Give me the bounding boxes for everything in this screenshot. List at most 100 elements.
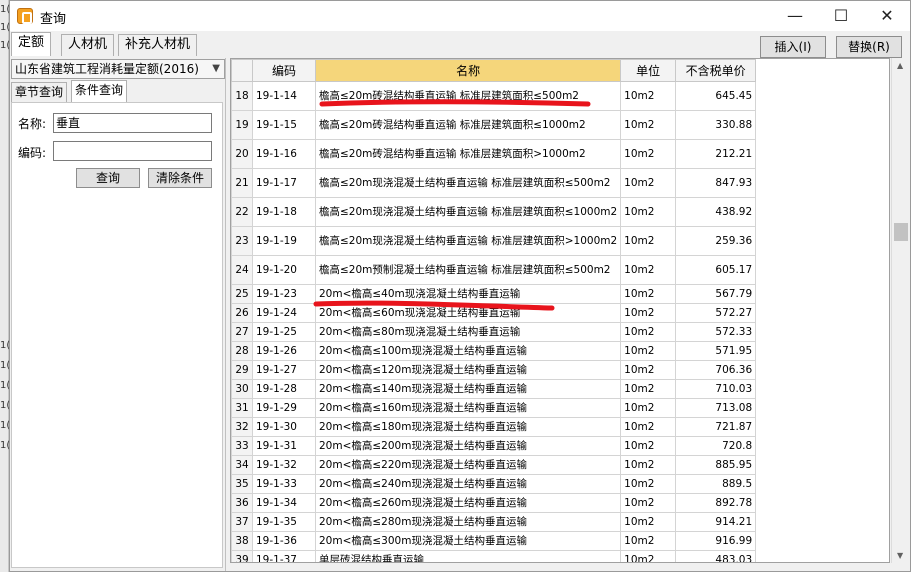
code-cell[interactable]: 19-1-31 [252,436,316,456]
name-cell[interactable]: 檐高≤20m砖混结构垂直运输 标准层建筑面积≤500m2 [314,81,622,111]
row-index-cell[interactable]: 34 [231,455,253,475]
scrollbar-thumb[interactable] [894,223,908,241]
name-cell[interactable]: 20m<檐高≤80m现浇混凝土结构垂直运输 [314,322,622,342]
tab-supplementary-lmm[interactable]: 补充人材机 [118,34,198,56]
price-cell[interactable]: 645.45 [675,81,757,111]
scroll-down-icon[interactable]: ▼ [897,551,903,560]
price-cell[interactable]: 885.95 [675,455,757,475]
search-button[interactable]: 查询 [76,168,140,188]
table-row[interactable]: 28 19-1-26 20m<檐高≤100m现浇混凝土结构垂直运输 10m2 571.9… [231,341,757,361]
row-index-cell[interactable]: 37 [231,512,253,532]
row-index-cell[interactable]: 36 [231,493,253,513]
row-index-cell[interactable]: 29 [231,360,253,380]
code-cell[interactable]: 19-1-26 [252,341,316,361]
column-header-code[interactable]: 编码 [252,59,316,82]
tab-quota[interactable]: 定额 [11,32,52,56]
clear-conditions-button[interactable]: 清除条件 [148,168,212,188]
quota-library-select[interactable]: 山东省建筑工程消耗量定额(2016) ▼ [11,59,225,79]
price-cell[interactable]: 212.21 [675,139,757,169]
unit-cell[interactable]: 10m2 [620,322,677,342]
unit-cell[interactable]: 10m2 [620,455,677,475]
price-cell[interactable]: 572.27 [675,303,757,323]
price-cell[interactable]: 330.88 [675,110,757,140]
unit-cell[interactable]: 10m2 [620,139,677,169]
row-index-cell[interactable]: 24 [231,255,253,285]
column-header-unit[interactable]: 单位 [620,59,677,82]
table-row[interactable]: 21 19-1-17 檐高≤20m现浇混凝土结构垂直运输 标准层建筑面积≤500m2… [231,168,757,198]
price-cell[interactable]: 847.93 [675,168,757,198]
price-cell[interactable]: 721.87 [675,417,757,437]
minimize-button[interactable]: — [772,1,818,31]
unit-cell[interactable]: 10m2 [620,341,677,361]
code-cell[interactable]: 19-1-17 [252,168,316,198]
close-button[interactable]: ✕ [864,1,910,31]
code-cell[interactable]: 19-1-35 [252,512,316,532]
table-row[interactable]: 18 19-1-14 檐高≤20m砖混结构垂直运输 标准层建筑面积≤500m2 10m… [231,81,757,111]
code-cell[interactable]: 19-1-36 [252,531,316,551]
code-cell[interactable]: 19-1-37 [252,550,316,562]
code-cell[interactable]: 19-1-34 [252,493,316,513]
price-cell[interactable]: 567.79 [675,284,757,304]
unit-cell[interactable]: 10m2 [620,550,677,562]
name-cell[interactable]: 檐高≤20m预制混凝土结构垂直运输 标准层建筑面积≤500m2 [314,255,622,285]
price-cell[interactable]: 892.78 [675,493,757,513]
table-row[interactable]: 22 19-1-18 檐高≤20m现浇混凝土结构垂直运输 标准层建筑面积≤1000m… [231,197,757,227]
insert-button[interactable]: 插入(I) [760,36,826,58]
name-cell[interactable]: 20m<檐高≤180m现浇混凝土结构垂直运输 [314,417,622,437]
row-index-cell[interactable]: 18 [231,81,253,111]
row-index-cell[interactable]: 22 [231,197,253,227]
price-cell[interactable]: 889.5 [675,474,757,494]
table-row[interactable]: 32 19-1-30 20m<檐高≤180m现浇混凝土结构垂直运输 10m2 721.8… [231,417,757,437]
table-row[interactable]: 39 19-1-37 单层砖混结构垂直运输 10m2 483.03 [231,550,757,562]
code-cell[interactable]: 19-1-27 [252,360,316,380]
unit-cell[interactable]: 10m2 [620,379,677,399]
unit-cell[interactable]: 10m2 [620,303,677,323]
unit-cell[interactable]: 10m2 [620,168,677,198]
code-cell[interactable]: 19-1-32 [252,455,316,475]
price-cell[interactable]: 916.99 [675,531,757,551]
price-cell[interactable]: 572.33 [675,322,757,342]
replace-button[interactable]: 替换(R) [836,36,902,58]
code-cell[interactable]: 19-1-29 [252,398,316,418]
name-cell[interactable]: 檐高≤20m砖混结构垂直运输 标准层建筑面积>1000m2 [314,139,622,169]
row-index-cell[interactable]: 21 [231,168,253,198]
code-cell[interactable]: 19-1-24 [252,303,316,323]
row-index-cell[interactable]: 28 [231,341,253,361]
name-cell[interactable]: 20m<檐高≤40m现浇混凝土结构垂直运输 [314,284,622,304]
row-index-cell[interactable]: 25 [231,284,253,304]
table-row[interactable]: 26 19-1-24 20m<檐高≤60m现浇混凝土结构垂直运输 10m2 572.27 [231,303,757,323]
row-index-cell[interactable]: 27 [231,322,253,342]
table-row[interactable]: 20 19-1-16 檐高≤20m砖混结构垂直运输 标准层建筑面积>1000m2 10… [231,139,757,169]
unit-cell[interactable]: 10m2 [620,417,677,437]
table-row[interactable]: 36 19-1-34 20m<檐高≤260m现浇混凝土结构垂直运输 10m2 892.7… [231,493,757,513]
table-row[interactable]: 24 19-1-20 檐高≤20m预制混凝土结构垂直运输 标准层建筑面积≤500m2… [231,255,757,285]
title-bar[interactable]: 查询 — ☐ ✕ [10,1,910,31]
unit-cell[interactable]: 10m2 [620,512,677,532]
price-cell[interactable]: 706.36 [675,360,757,380]
table-row[interactable]: 30 19-1-28 20m<檐高≤140m现浇混凝土结构垂直运输 10m2 710.0… [231,379,757,399]
name-cell[interactable]: 20m<檐高≤280m现浇混凝土结构垂直运输 [314,512,622,532]
name-cell[interactable]: 20m<檐高≤220m现浇混凝土结构垂直运输 [314,455,622,475]
code-cell[interactable]: 19-1-16 [252,139,316,169]
unit-cell[interactable]: 10m2 [620,284,677,304]
name-cell[interactable]: 檐高≤20m现浇混凝土结构垂直运输 标准层建筑面积>1000m2 [314,226,622,256]
table-row[interactable]: 33 19-1-31 20m<檐高≤200m现浇混凝土结构垂直运输 10m2 720.8 [231,436,757,456]
table-row[interactable]: 25 19-1-23 20m<檐高≤40m现浇混凝土结构垂直运输 10m2 567.79 [231,284,757,304]
table-row[interactable]: 31 19-1-29 20m<檐高≤160m现浇混凝土结构垂直运输 10m2 713.0… [231,398,757,418]
name-cell[interactable]: 20m<檐高≤140m现浇混凝土结构垂直运输 [314,379,622,399]
row-index-cell[interactable]: 33 [231,436,253,456]
unit-cell[interactable]: 10m2 [620,531,677,551]
name-input[interactable]: 垂直 [53,113,212,133]
price-cell[interactable]: 720.8 [675,436,757,456]
code-input[interactable] [53,141,212,161]
unit-cell[interactable]: 10m2 [620,493,677,513]
unit-cell[interactable]: 10m2 [620,436,677,456]
table-row[interactable]: 29 19-1-27 20m<檐高≤120m现浇混凝土结构垂直运输 10m2 706.3… [231,360,757,380]
vertical-scrollbar[interactable]: ▲ ▼ [891,58,910,563]
price-cell[interactable]: 571.95 [675,341,757,361]
code-cell[interactable]: 19-1-20 [252,255,316,285]
name-cell[interactable]: 檐高≤20m现浇混凝土结构垂直运输 标准层建筑面积≤500m2 [314,168,622,198]
price-cell[interactable]: 483.03 [675,550,757,562]
table-row[interactable]: 19 19-1-15 檐高≤20m砖混结构垂直运输 标准层建筑面积≤1000m2 10… [231,110,757,140]
table-row[interactable]: 38 19-1-36 20m<檐高≤300m现浇混凝土结构垂直运输 10m2 916.9… [231,531,757,551]
